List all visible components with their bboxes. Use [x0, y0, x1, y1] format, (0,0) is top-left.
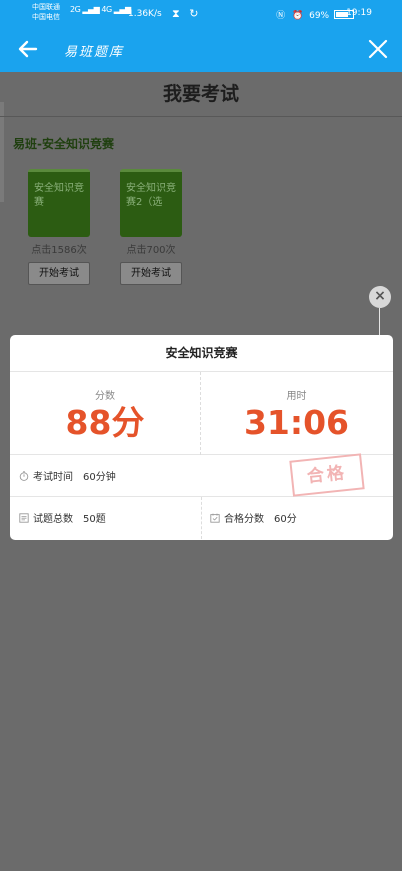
signal1-icon: ▂▄▆ [82, 5, 100, 14]
pass-score-info: 合格分数 60分 [210, 510, 297, 525]
notification-icons: ⧗ ↻ [172, 7, 198, 21]
exam-time-value: 60分钟 [83, 472, 116, 483]
status-right: Ⓝ ⏰ 69% [276, 8, 354, 21]
time-panel: 用时 31:06 [201, 372, 392, 455]
exam-cover[interactable]: 安全知识竞赛2（选 [120, 169, 182, 237]
start-exam-button[interactable]: 开始考试 [28, 262, 90, 285]
network1-label: 2G [70, 5, 81, 14]
total-questions-value: 50题 [83, 514, 106, 525]
app-bar: 易班题库 [0, 27, 402, 72]
modal-close-connector [379, 308, 380, 336]
clock: 19:19 [346, 8, 372, 18]
exam-card[interactable]: 安全知识竞赛 点击1586次 开始考试 [28, 169, 90, 285]
score-panel: 分数 88分 [10, 372, 201, 455]
modal-close-button[interactable]: × [369, 286, 391, 308]
total-questions-info: 试题总数 50题 [19, 510, 106, 525]
section-title: 易班-安全知识竞赛 [13, 137, 114, 151]
hourglass-icon: ⧗ [172, 7, 180, 20]
page-title: 我要考试 [162, 83, 239, 105]
pass-score-label: 合格分数 [224, 514, 264, 525]
exam-time-info: 考试时间 60分钟 [19, 468, 116, 483]
back-button[interactable] [14, 35, 42, 63]
nfc-icon: Ⓝ [276, 11, 286, 21]
time-used-value: 31:06 [243, 403, 350, 442]
scroll-indicator [0, 102, 4, 202]
row-divider [201, 497, 202, 539]
click-count: 点击1586次 [31, 245, 87, 256]
click-count: 点击700次 [126, 245, 176, 256]
time-used-label: 用时 [286, 391, 307, 402]
pass-stamp: 合格 [289, 453, 365, 497]
carrier-info: 中国联通 中国电信 [32, 2, 60, 22]
pass-score-value: 60分 [274, 514, 297, 525]
result-modal: 安全知识竞赛 分数 88分 用时 31:06 考试时间 60分钟 合格 试题总数 5… [10, 335, 393, 540]
status-bar: 中国联通 中国电信 2G ▂▄▆ 4G ▂▄▆ 1.36K/s ⧗ ↻ Ⓝ ⏰ … [0, 0, 402, 27]
total-questions-label: 试题总数 [33, 514, 73, 525]
exam-details-row: 试题总数 50题 合格分数 60分 [10, 497, 393, 539]
network-signal: 2G ▂▄▆ 4G ▂▄▆ [70, 5, 131, 14]
result-stats: 分数 88分 用时 31:06 [10, 372, 393, 455]
swirl-icon: ↻ [189, 7, 199, 20]
battery-percent: 69% [309, 11, 330, 21]
page-header: 我要考试 [0, 72, 402, 117]
arrow-left-icon [18, 40, 38, 58]
calendar-check-icon [210, 513, 220, 523]
network-speed: 1.36K/s [128, 9, 162, 19]
exam-cover[interactable]: 安全知识竞赛 [28, 169, 90, 237]
carrier2-label: 中国电信 [32, 13, 60, 21]
carrier1-label: 中国联通 [32, 3, 60, 11]
alarm-icon: ⏰ [292, 11, 304, 21]
score-label: 分数 [95, 391, 115, 402]
start-exam-button[interactable]: 开始考试 [120, 262, 182, 285]
exam-card[interactable]: 安全知识竞赛2（选 点击700次 开始考试 [120, 169, 182, 285]
network2-label: 4G [101, 5, 112, 14]
app-title: 易班题库 [64, 45, 125, 60]
modal-title: 安全知识竞赛 [10, 335, 393, 372]
close-button[interactable] [364, 35, 392, 63]
stopwatch-icon [19, 471, 29, 481]
score-value: 88分 [65, 403, 145, 442]
close-icon [368, 39, 388, 59]
exam-time-row: 考试时间 60分钟 合格 [10, 453, 393, 497]
list-icon [19, 513, 29, 523]
exam-time-label: 考试时间 [33, 472, 73, 483]
